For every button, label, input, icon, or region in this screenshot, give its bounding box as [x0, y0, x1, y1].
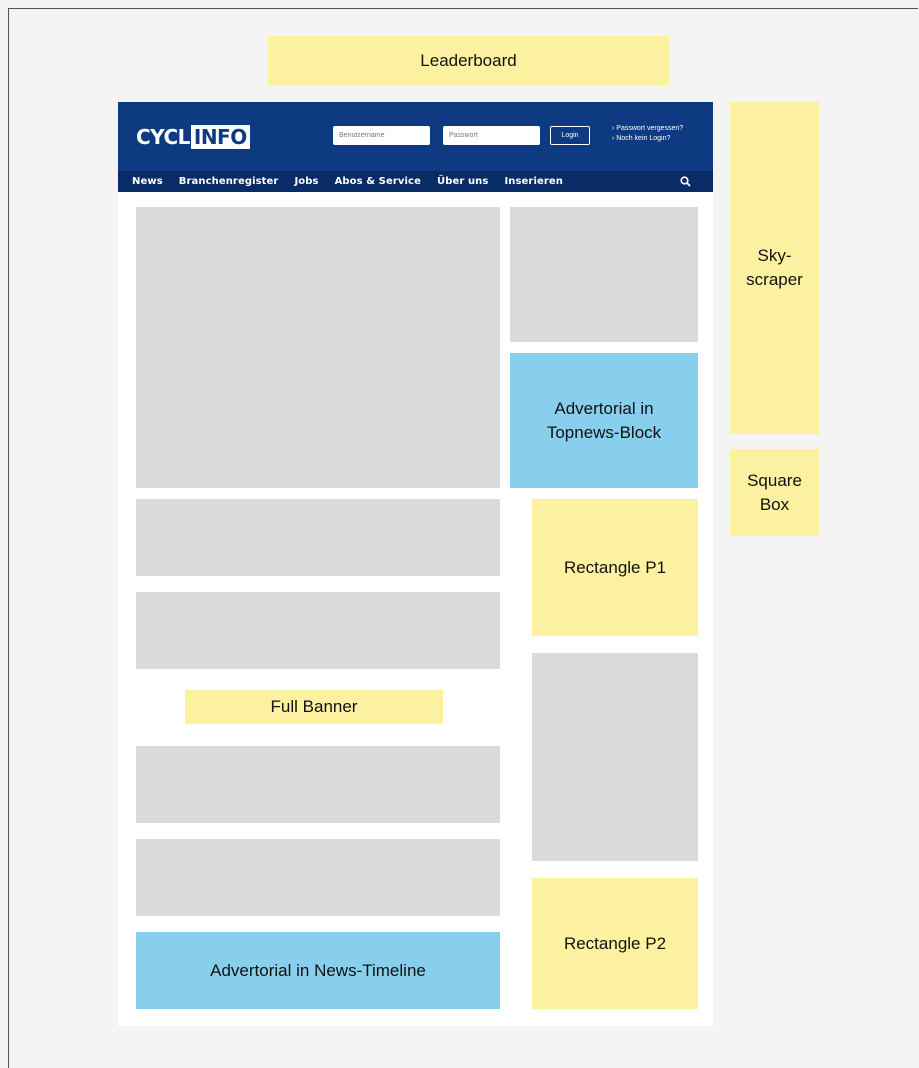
advertorial-topnews-label-1: Advertorial in: [554, 398, 654, 418]
topnews-side-item: [510, 207, 698, 342]
password-field[interactable]: Passwort: [443, 126, 540, 145]
nav-item-jobs[interactable]: Jobs: [294, 176, 318, 187]
nav-item-abos-service[interactable]: Abos & Service: [335, 176, 421, 187]
forgot-password-link[interactable]: › Passwort vergessen?: [612, 124, 712, 134]
advertorial-timeline-label: Advertorial in News-Timeline: [210, 960, 426, 980]
nav-item-inserieren[interactable]: Inserieren: [504, 176, 563, 187]
top-news-image: [136, 207, 500, 488]
news-item: [136, 592, 500, 669]
logo-part-cycl: CYCL: [136, 125, 190, 149]
nav-item-branchenregister[interactable]: Branchenregister: [179, 176, 279, 187]
advertorial-news-timeline: Advertorial in News-Timeline: [136, 932, 500, 1009]
square-box-ad: Square Box: [730, 449, 819, 536]
logo-part-info: INFO: [190, 125, 250, 149]
rectangle-p1-ad: Rectangle P1: [532, 499, 698, 636]
full-banner-ad: Full Banner: [185, 690, 443, 724]
advertorial-topnews-block: Advertorial in Topnews-Block: [510, 353, 698, 488]
site-logo[interactable]: CYCL INFO: [136, 120, 250, 154]
news-item: [136, 499, 500, 576]
nav-item-ueber-uns[interactable]: Über uns: [437, 176, 488, 187]
square-box-label-1: Square: [747, 470, 802, 490]
password-placeholder: Passwort: [449, 132, 478, 139]
skyscraper-label-2: scraper: [746, 270, 803, 289]
rectangle-p2-label: Rectangle P2: [563, 933, 667, 953]
news-item: [136, 746, 500, 823]
leaderboard-ad: Leaderboard: [268, 36, 669, 85]
rectangle-p1-label: Rectangle P1: [563, 557, 667, 577]
full-banner-label: Full Banner: [270, 697, 358, 717]
site-header: CYCL INFO Benutzername Passwort Login › P…: [118, 102, 713, 171]
skyscraper-label-1: Sky-: [757, 246, 792, 266]
advertorial-topnews-label-2: Topnews-Block: [546, 422, 662, 442]
rectangle-p2-ad: Rectangle P2: [532, 878, 698, 1009]
news-item: [136, 839, 500, 916]
search-icon[interactable]: [680, 176, 691, 187]
nav-item-news[interactable]: News: [132, 176, 163, 187]
login-button[interactable]: Login: [550, 126, 590, 145]
sidebar-content: [532, 653, 698, 861]
header-links: › Passwort vergessen? › Noch kein Login?: [612, 124, 712, 144]
square-box-label-2: Box: [759, 494, 790, 514]
leaderboard-label: Leaderboard: [420, 50, 517, 70]
login-label: Login: [561, 132, 579, 139]
username-placeholder: Benutzername: [339, 132, 385, 139]
username-field[interactable]: Benutzername: [333, 126, 430, 145]
no-login-link[interactable]: › Noch kein Login?: [612, 134, 712, 144]
main-nav: News Branchenregister Jobs Abos & Servic…: [118, 171, 713, 192]
skyscraper-ad: Sky- scraper: [730, 102, 819, 434]
